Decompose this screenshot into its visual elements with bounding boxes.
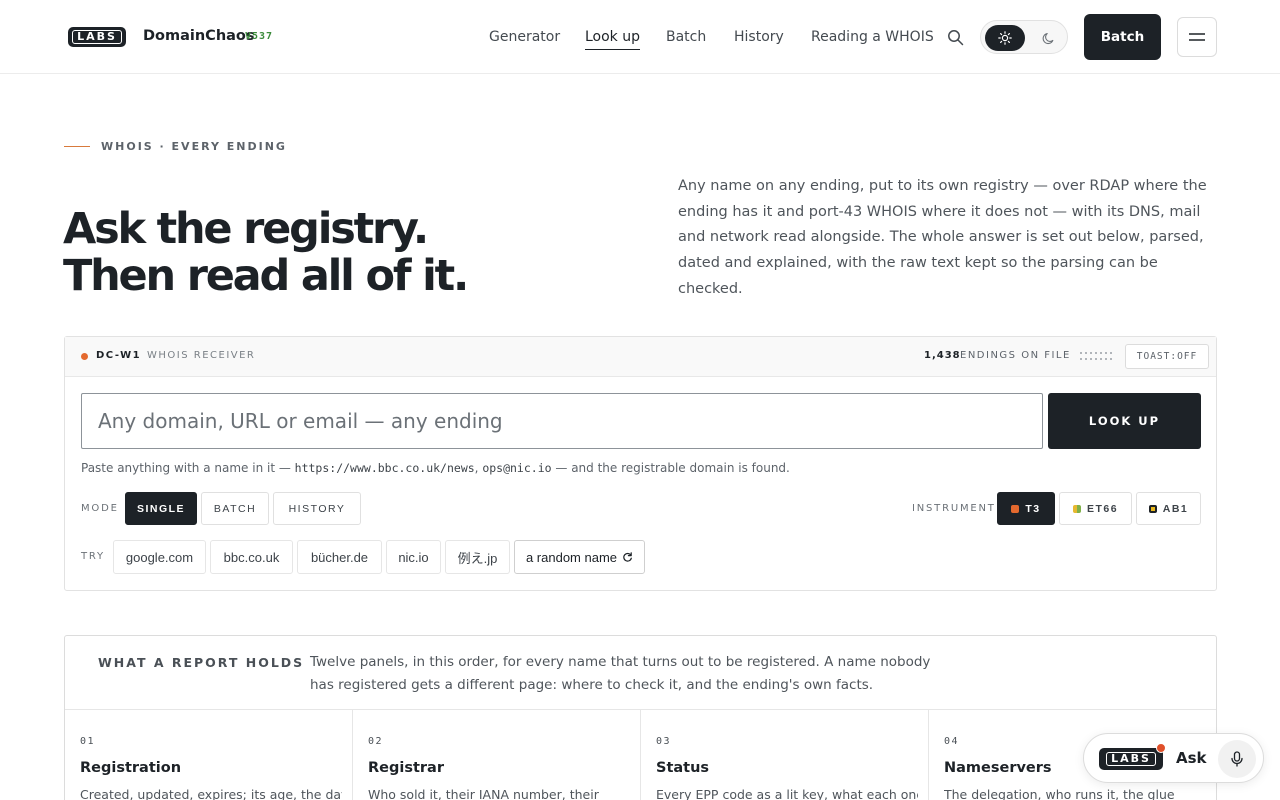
- look-up-button[interactable]: LOOK UP: [1048, 393, 1201, 449]
- page-title-line-2: Then read all of it.: [63, 251, 469, 301]
- ask-label: Ask: [1176, 749, 1207, 767]
- endings-count: 1,438: [924, 350, 961, 361]
- report-panel-registrar[interactable]: 02 Registrar Who sold it, their IANA num…: [353, 710, 641, 800]
- instrument-t3[interactable]: T3: [997, 492, 1055, 525]
- panel-number: 04: [944, 736, 960, 747]
- panel-title: Registrar: [368, 760, 444, 776]
- menu-button[interactable]: [1177, 17, 1217, 57]
- nav-reading-a-whois[interactable]: Reading a WHOIS: [811, 29, 934, 45]
- receiver-header: DC-W1 WHOIS RECEIVER 1,438 ENDINGS ON FI…: [65, 337, 1216, 377]
- mic-button[interactable]: [1218, 740, 1256, 778]
- report-description: Twelve panels, in this order, for every …: [310, 654, 931, 693]
- panel-description: Created, updated, expires; its age, the …: [80, 787, 342, 800]
- example-bbc-co-uk[interactable]: bbc.co.uk: [210, 540, 293, 574]
- theme-dark-option[interactable]: [1033, 25, 1063, 51]
- moon-icon: [1042, 32, 1053, 44]
- ask-widget[interactable]: LABS Ask: [1083, 733, 1264, 783]
- page-title-line-1: Ask the registry.: [63, 204, 429, 254]
- panel-number: 03: [656, 736, 672, 747]
- panel-description: Who sold it, their IANA number, their: [368, 787, 599, 800]
- panel-title: Status: [656, 760, 710, 776]
- whois-receiver-panel: DC-W1 WHOIS RECEIVER 1,438 ENDINGS ON FI…: [64, 336, 1217, 591]
- nav-batch[interactable]: Batch: [666, 29, 706, 45]
- report-overview: WHAT A REPORT HOLDS Twelve panels, in th…: [64, 635, 1217, 800]
- labs-logo[interactable]: LABS: [68, 27, 126, 47]
- instrument-label: INSTRUMENT: [912, 503, 996, 514]
- sun-icon: [998, 31, 1012, 45]
- panel-title: Nameservers: [944, 760, 1052, 776]
- example-idn-jp[interactable]: 例え.jp: [445, 540, 510, 574]
- hero-description: Any name on any ending, put to its own r…: [678, 178, 1207, 297]
- et66-swatch: [1072, 504, 1081, 513]
- ask-labs-logo: LABS: [1099, 748, 1163, 770]
- domain-input[interactable]: [81, 393, 1043, 449]
- nav-look-up[interactable]: Look up: [585, 29, 641, 50]
- site-header: LABS DomainChaos V537 Generator Look up …: [0, 0, 1280, 74]
- microphone-icon: [1231, 751, 1243, 767]
- eyebrow-rule: [64, 146, 90, 147]
- panel-description: The delegation, who runs it, the glue: [944, 787, 1175, 800]
- mode-label: MODE: [81, 503, 119, 514]
- mode-history[interactable]: HISTORY: [273, 492, 361, 525]
- panel-number: 02: [368, 736, 384, 747]
- page-title: Ask the registry. Then read all of it.: [63, 206, 623, 300]
- theme-light-option[interactable]: [985, 25, 1025, 51]
- mode-single[interactable]: SINGLE: [125, 492, 197, 525]
- receiver-id: DC-W1: [96, 350, 142, 361]
- try-label: TRY: [81, 551, 105, 562]
- t3-swatch: [1011, 504, 1020, 513]
- panel-number: 01: [80, 736, 96, 747]
- report-panel-registration[interactable]: 01 Registration Created, updated, expire…: [65, 710, 353, 800]
- example-buecher-de[interactable]: bücher.de: [297, 540, 382, 574]
- report-panels-grid: 01 Registration Created, updated, expire…: [65, 709, 1216, 800]
- report-panel-status[interactable]: 03 Status Every EPP code as a lit key, w…: [641, 710, 929, 800]
- hint-url-example: https://www.bbc.co.uk/news: [294, 461, 475, 475]
- endings-label: ENDINGS ON FILE: [960, 350, 1071, 361]
- hamburger-icon: [1189, 33, 1205, 41]
- eyebrow-label: WHOIS · EVERY ENDING: [101, 140, 287, 153]
- toast-toggle[interactable]: TOAST:OFF: [1125, 344, 1209, 369]
- random-name-button[interactable]: a random name: [514, 540, 645, 574]
- nav-history[interactable]: History: [734, 29, 784, 45]
- nav-generator[interactable]: Generator: [489, 29, 560, 45]
- mode-batch[interactable]: BATCH: [201, 492, 269, 525]
- theme-toggle[interactable]: [980, 20, 1068, 54]
- status-dot: [81, 353, 88, 360]
- instrument-ab1[interactable]: AB1: [1136, 492, 1201, 525]
- grip-icon: [1080, 352, 1112, 360]
- version-badge: V537: [245, 31, 274, 42]
- refresh-icon: [623, 551, 632, 562]
- search-icon[interactable]: [947, 29, 964, 46]
- instrument-et66[interactable]: ET66: [1059, 492, 1132, 525]
- example-nic-io[interactable]: nic.io: [386, 540, 441, 574]
- report-title: WHAT A REPORT HOLDS: [98, 655, 305, 670]
- example-google-com[interactable]: google.com: [113, 540, 206, 574]
- panel-description: Every EPP code as a lit key, what each o…: [656, 787, 918, 800]
- panel-title: Registration: [80, 760, 182, 776]
- batch-button[interactable]: Batch: [1084, 14, 1161, 60]
- input-hint: Paste anything with a name in it — https…: [81, 461, 790, 475]
- notification-dot: [1156, 743, 1166, 753]
- brand-name[interactable]: DomainChaos: [143, 28, 255, 44]
- ab1-swatch: [1148, 504, 1157, 513]
- hint-email-example: ops@nic.io: [482, 461, 552, 475]
- receiver-name: WHOIS RECEIVER: [147, 350, 256, 361]
